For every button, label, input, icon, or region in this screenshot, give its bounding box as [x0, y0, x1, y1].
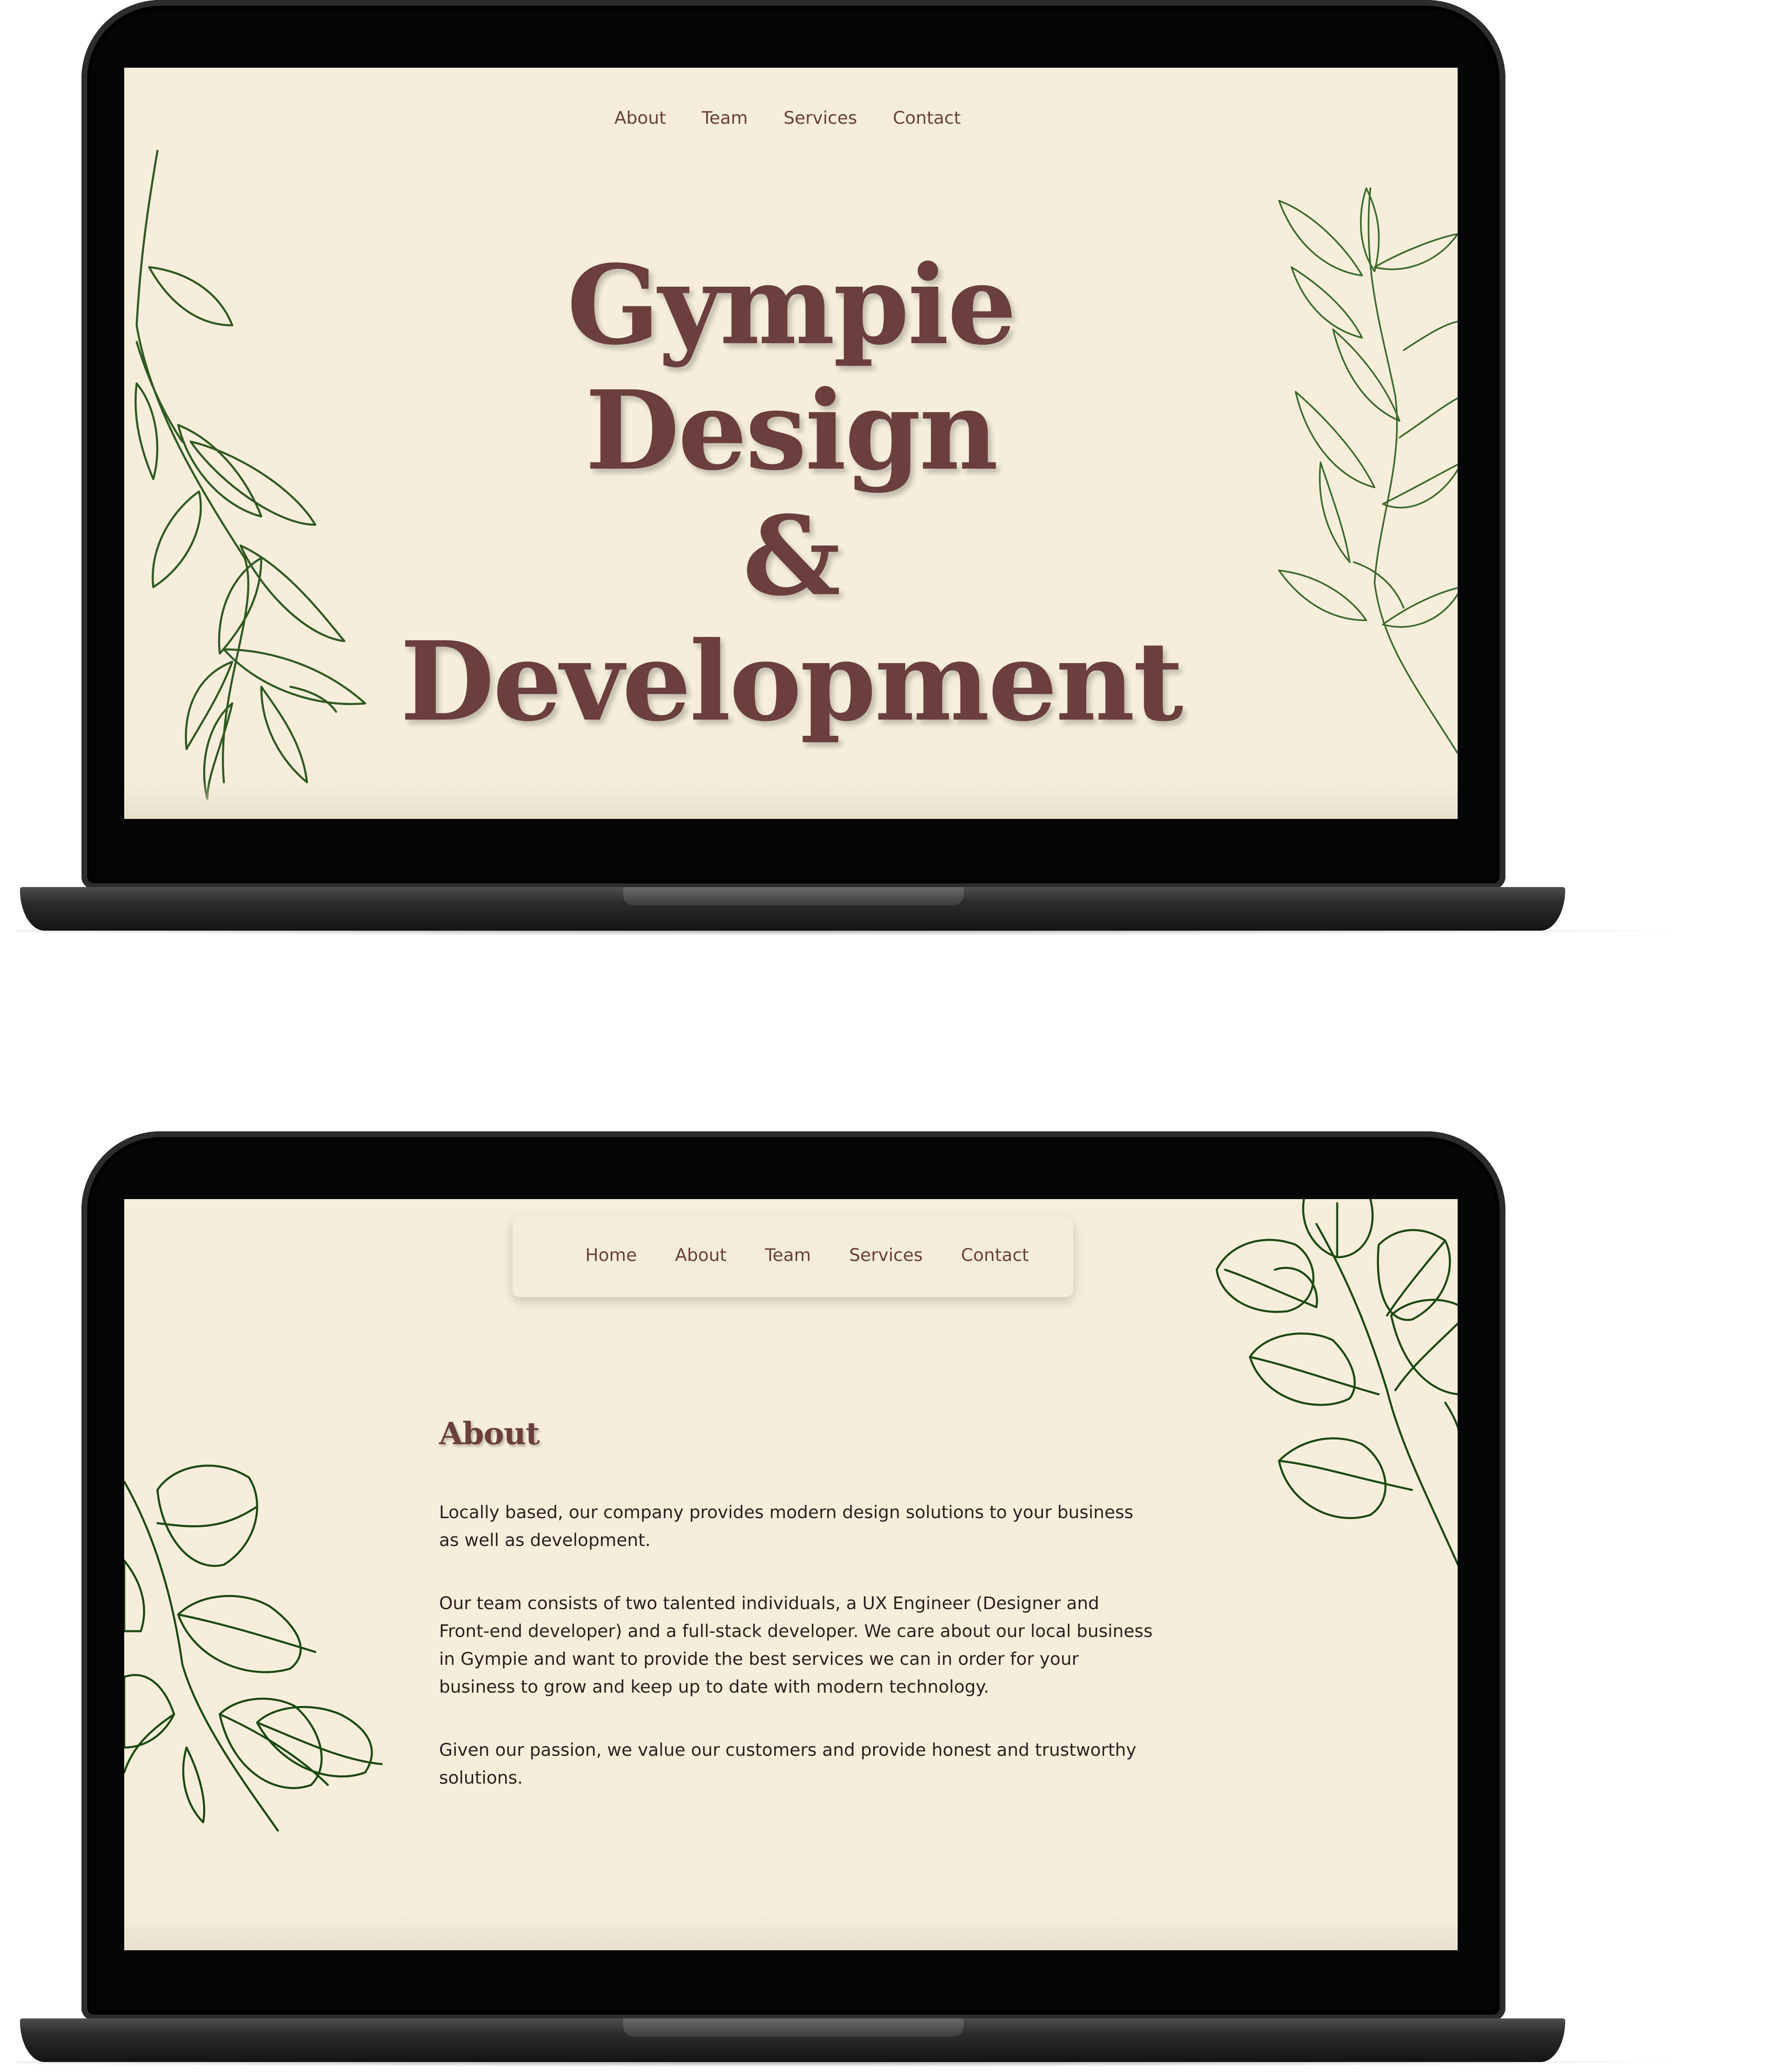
left-eucalyptus-branch-icon — [124, 1465, 383, 1832]
about-nav: Home About Team Services Contact — [585, 1245, 1029, 1265]
about-paragraph: Locally based, our company provides mode… — [439, 1502, 1134, 1550]
home-nav: About Team Services Contact — [614, 108, 961, 128]
hero-title-line: Gympie — [567, 241, 1017, 369]
laptop-lid: About Team Services Contact Gympie Desig… — [81, 0, 1505, 889]
nav-team-link[interactable]: Team — [702, 108, 748, 128]
laptop-mockup-about: Home About Team Services Contact About L… — [0, 1131, 1780, 2070]
about-paragraph: Our team consists of two talented indivi… — [439, 1593, 1153, 1697]
laptop-mockup-home: About Team Services Contact Gympie Desig… — [0, 0, 1780, 939]
about-screen: Home About Team Services Contact About L… — [124, 1199, 1458, 1950]
nav-about-link[interactable]: About — [614, 108, 666, 128]
nav-contact-link[interactable]: Contact — [961, 1245, 1029, 1265]
nav-home-link[interactable]: Home — [585, 1245, 637, 1265]
nav-about-link[interactable]: About — [675, 1245, 727, 1265]
laptop-hinge-notch — [623, 887, 964, 905]
nav-team-link[interactable]: Team — [765, 1245, 811, 1265]
home-screen: About Team Services Contact Gympie Desig… — [124, 68, 1458, 819]
nav-services-link[interactable]: Services — [783, 108, 857, 128]
about-body: Locally based, our company provides mode… — [439, 1498, 1154, 1827]
hero-title-line: Development — [400, 617, 1183, 745]
laptop-base — [20, 887, 1565, 931]
about-paragraph: Given our passion, we value our customer… — [439, 1740, 1137, 1788]
hero-title: Gympie Design & Development — [124, 242, 1458, 744]
laptop-hinge-notch — [623, 2018, 964, 2037]
nav-contact-link[interactable]: Contact — [893, 108, 960, 128]
hero-title-line: & — [742, 492, 841, 620]
about-heading: About — [439, 1416, 540, 1452]
nav-services-link[interactable]: Services — [849, 1245, 923, 1265]
laptop-shadow — [17, 930, 1703, 936]
laptop-lid: Home About Team Services Contact About L… — [81, 1131, 1505, 2020]
hero-title-line: Design — [585, 366, 999, 494]
right-eucalyptus-branch-icon — [1215, 1199, 1458, 1567]
laptop-base — [20, 2018, 1565, 2062]
laptop-shadow — [17, 2061, 1703, 2067]
